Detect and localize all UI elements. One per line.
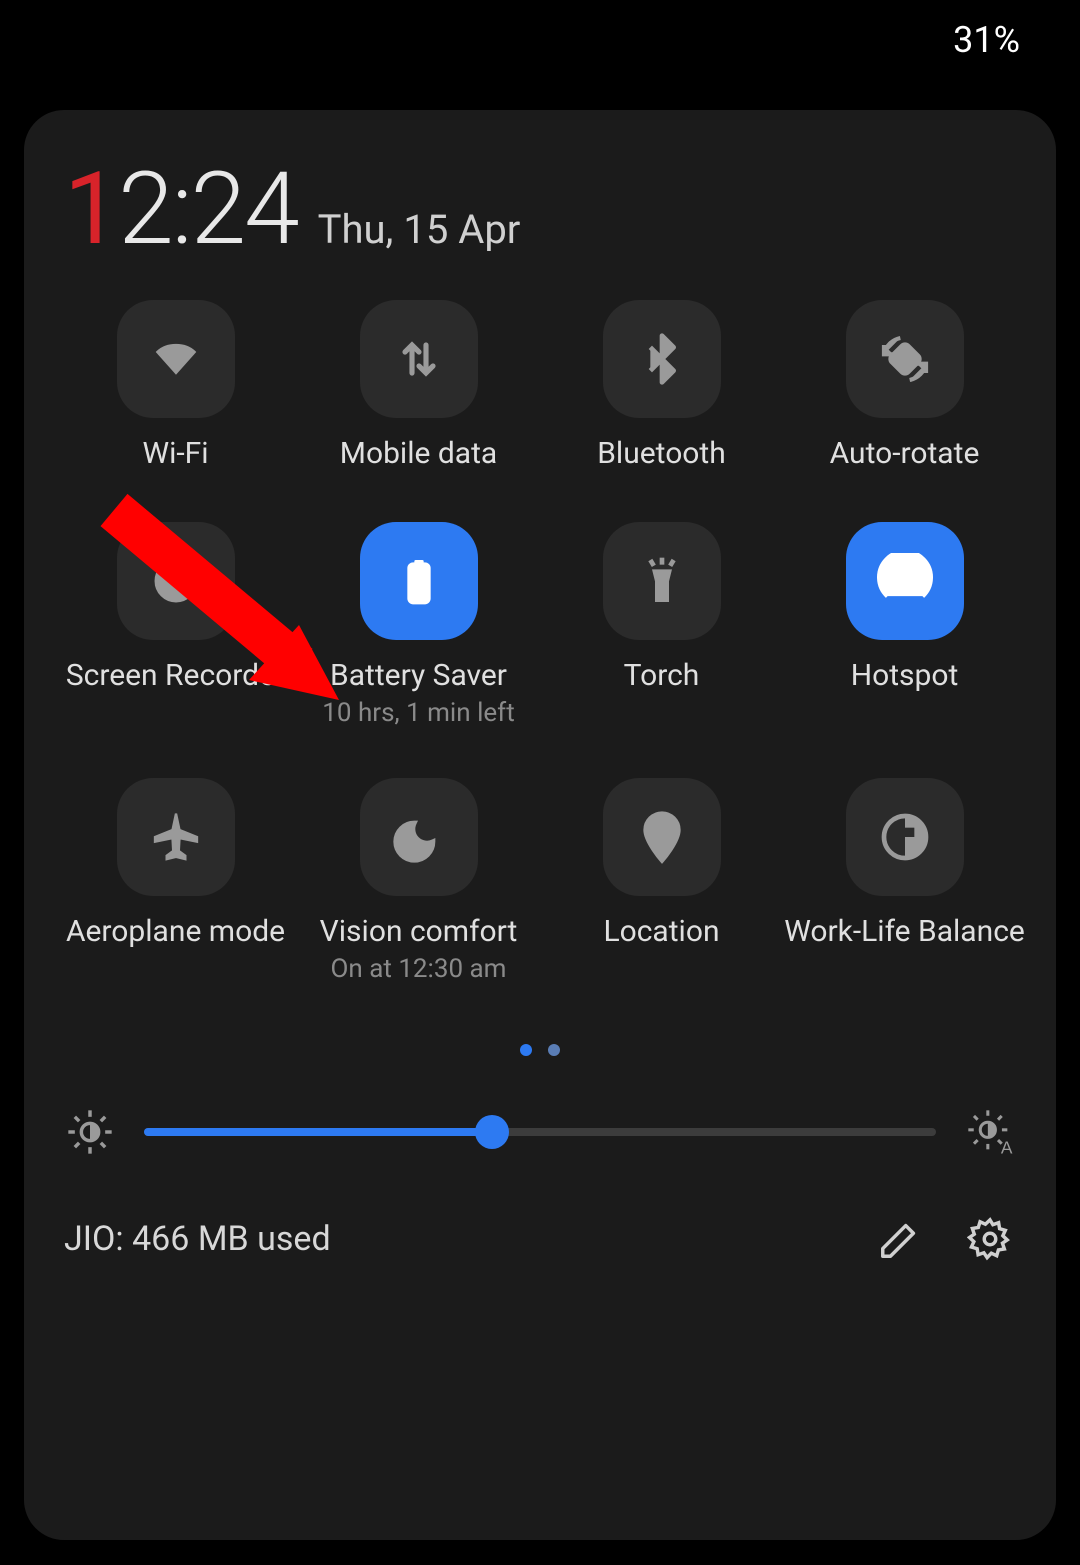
airplane-toggle[interactable] — [117, 778, 235, 896]
tile-hotspot: Hotspot — [783, 522, 1026, 728]
page-dot[interactable] — [548, 1044, 560, 1056]
autorotate-toggle[interactable] — [846, 300, 964, 418]
quick-settings-panel: 12:24 Thu, 15 Apr Wi-Fi Mobile data Blueto… — [24, 110, 1056, 1540]
clock-date: Thu, 15 Apr — [318, 206, 521, 253]
torch-toggle[interactable] — [603, 522, 721, 640]
edit-button[interactable] — [874, 1213, 926, 1265]
tile-label: Mobile data — [340, 436, 497, 472]
tile-label: Hotspot — [851, 658, 959, 694]
svg-text:A: A — [1001, 1138, 1013, 1158]
tile-label: Vision comfort — [320, 914, 518, 950]
battery-toggle[interactable] — [360, 522, 478, 640]
auto-brightness-icon[interactable]: A — [964, 1106, 1016, 1158]
tile-location: Location — [540, 778, 783, 984]
bottom-actions — [874, 1213, 1016, 1265]
bluetooth-toggle[interactable] — [603, 300, 721, 418]
tile-wifi: Wi-Fi — [54, 300, 297, 472]
settings-button[interactable] — [964, 1213, 1016, 1265]
page-dots[interactable] — [54, 1044, 1026, 1056]
tile-battery: Battery Saver 10 hrs, 1 min left — [297, 522, 540, 728]
data-usage[interactable]: JIO: 466 MB used — [64, 1219, 331, 1259]
tile-label: Battery Saver — [330, 658, 507, 694]
hotspot-toggle[interactable] — [846, 522, 964, 640]
screenrec-toggle[interactable] — [117, 522, 235, 640]
slider-thumb[interactable] — [475, 1115, 509, 1149]
page-dot[interactable] — [520, 1044, 532, 1056]
battery-percent: 31% — [953, 19, 1020, 61]
tile-sublabel: On at 12:30 am — [331, 954, 507, 984]
tile-sublabel: 10 hrs, 1 min left — [322, 698, 514, 728]
tile-airplane: Aeroplane mode — [54, 778, 297, 984]
tile-label: Torch — [624, 658, 700, 694]
tile-moon: Vision comfort On at 12:30 am — [297, 778, 540, 984]
tile-label: Auto-rotate — [830, 436, 980, 472]
moon-toggle[interactable] — [360, 778, 478, 896]
bottom-row: JIO: 466 MB used — [54, 1213, 1026, 1265]
mobiledata-toggle[interactable] — [360, 300, 478, 418]
tile-mobiledata: Mobile data — [297, 300, 540, 472]
clock-rest: 2:24 — [118, 151, 297, 268]
tile-label: Location — [603, 914, 719, 950]
tile-torch: Torch — [540, 522, 783, 728]
tiles-grid: Wi-Fi Mobile data Bluetooth Auto-rotate Scre… — [54, 300, 1026, 984]
tile-autorotate: Auto-rotate — [783, 300, 1026, 472]
slider-fill — [144, 1128, 492, 1136]
brightness-icon[interactable] — [64, 1106, 116, 1158]
tile-label: Bluetooth — [597, 436, 726, 472]
tile-bluetooth: Bluetooth — [540, 300, 783, 472]
tile-worklife: Work-Life Balance — [783, 778, 1026, 984]
slider-track — [144, 1128, 936, 1136]
wifi-toggle[interactable] — [117, 300, 235, 418]
worklife-toggle[interactable] — [846, 778, 964, 896]
clock-row: 12:24 Thu, 15 Apr — [54, 160, 1026, 260]
location-toggle[interactable] — [603, 778, 721, 896]
brightness-slider[interactable] — [144, 1118, 936, 1146]
status-bar: 31% — [0, 0, 1080, 80]
tile-label: Aeroplane mode — [66, 914, 285, 950]
clock-accent: 1 — [64, 151, 118, 268]
tile-screenrec: Screen Recorder — [54, 522, 297, 728]
tile-label: Wi-Fi — [142, 436, 208, 472]
tile-label: Screen Recorder — [66, 658, 285, 694]
tile-label: Work-Life Balance — [784, 914, 1025, 950]
clock-time: 12:24 — [64, 160, 298, 260]
brightness-row: A — [54, 1106, 1026, 1158]
